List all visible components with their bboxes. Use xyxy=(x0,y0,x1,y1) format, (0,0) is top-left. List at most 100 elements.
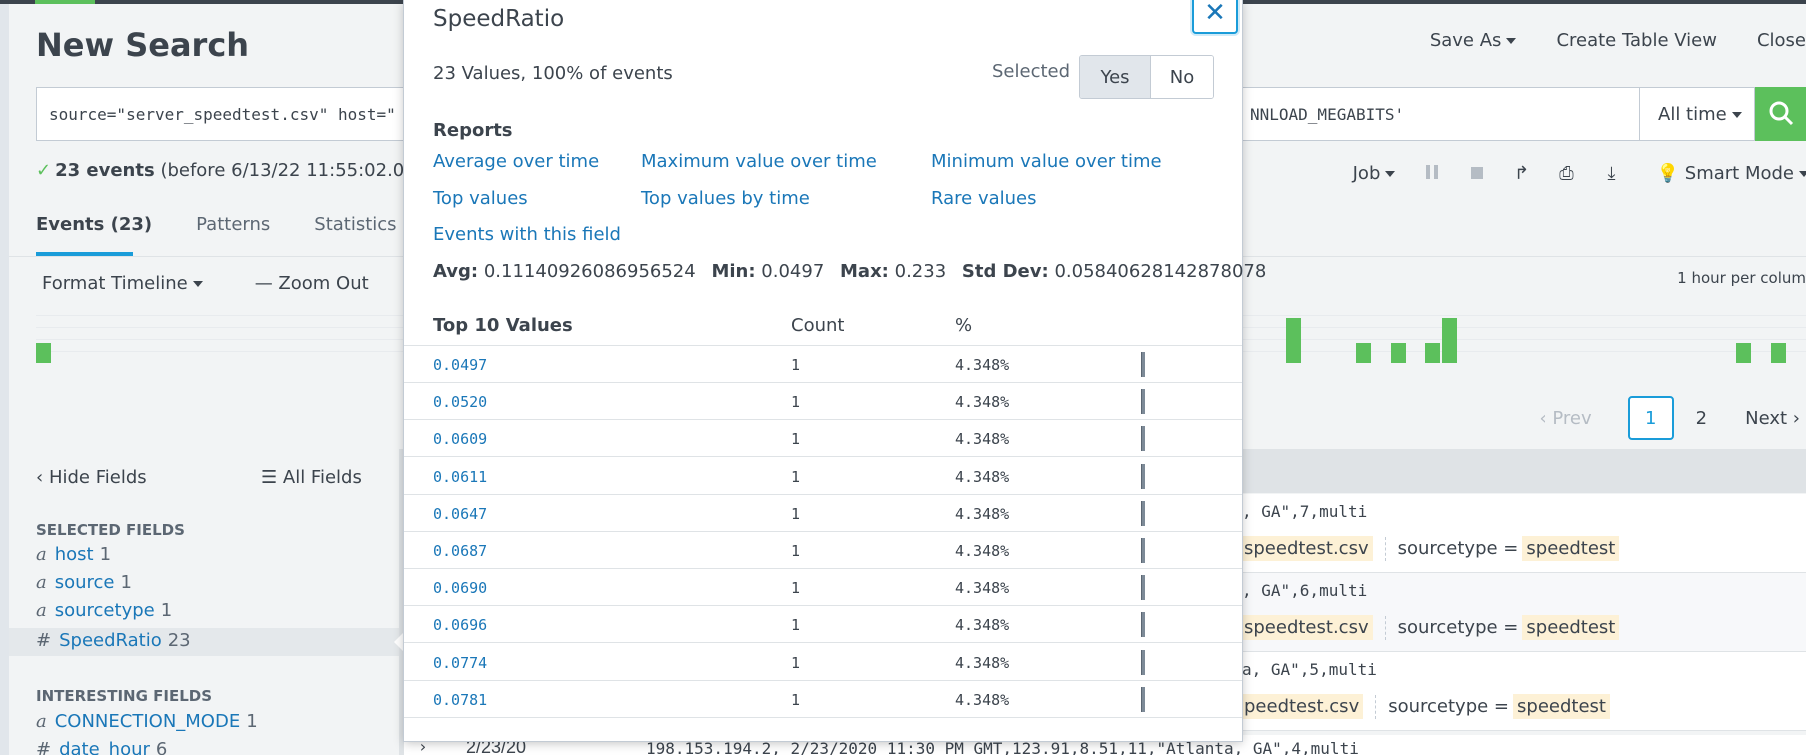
all-fields-button[interactable]: ☰ All Fields xyxy=(261,467,362,488)
search-button[interactable] xyxy=(1755,87,1806,141)
chevron-down-icon xyxy=(1506,38,1517,44)
top-value-row[interactable]: 0.0774 1 4.348% xyxy=(404,644,1242,681)
close-icon: ✕ xyxy=(1204,0,1226,28)
top-value[interactable]: 0.0497 xyxy=(433,356,487,374)
time-range-picker[interactable]: All time xyxy=(1639,87,1755,141)
top-value-count: 1 xyxy=(791,616,801,635)
save-as-menu[interactable]: Save As xyxy=(1430,30,1517,58)
sourcetype-value[interactable]: speedtest xyxy=(1513,694,1610,719)
tab-statistics[interactable]: Statistics xyxy=(314,214,396,254)
close-search-button[interactable]: Close xyxy=(1757,30,1806,58)
tab-patterns[interactable]: Patterns xyxy=(196,214,270,254)
top-value-row[interactable]: 0.0609 1 4.348% xyxy=(404,420,1242,458)
share-button[interactable]: ↱ xyxy=(1499,163,1544,184)
top-value-row[interactable]: 0.0690 1 4.348% xyxy=(404,569,1242,607)
top-value[interactable]: 0.0774 xyxy=(433,654,487,672)
top-value-percent: 4.348% xyxy=(955,393,1010,412)
event-row[interactable]: , GA",6,multi speedtest.csv sourcetype =… xyxy=(1240,573,1806,652)
selected-no-button[interactable]: No xyxy=(1151,56,1213,98)
field-count: 1 xyxy=(160,600,173,621)
field-source[interactable]: a source 1 xyxy=(36,572,399,600)
timeline-bar[interactable] xyxy=(1771,343,1786,363)
app-accent-bar xyxy=(35,0,95,4)
top-value-row[interactable]: 0.0781 1 4.348% xyxy=(404,681,1242,718)
top-value-row[interactable]: 0.0497 1 4.348% xyxy=(404,346,1242,383)
print-button[interactable]: ⎙ xyxy=(1544,163,1589,184)
report-maximum-over-time[interactable]: Maximum value over time xyxy=(641,151,877,172)
timeline-bar[interactable] xyxy=(1442,318,1457,363)
stop-button[interactable] xyxy=(1454,163,1499,184)
prev-page-button[interactable]: ‹ Prev xyxy=(1539,408,1591,429)
top-value-bar xyxy=(1141,463,1145,489)
sourcetype-value[interactable]: speedtest xyxy=(1522,615,1620,640)
source-value[interactable]: peedtest.csv xyxy=(1240,694,1364,719)
field-date-hour[interactable]: # date_hour 6 xyxy=(36,739,399,755)
report-minimum-over-time[interactable]: Minimum value over time xyxy=(931,151,1162,172)
format-timeline-menu[interactable]: Format Timeline xyxy=(42,273,203,294)
report-average-over-time[interactable]: Average over time xyxy=(433,151,599,172)
sourcetype-value[interactable]: speedtest xyxy=(1522,536,1620,561)
source-value[interactable]: speedtest.csv xyxy=(1240,615,1373,640)
top-value-row[interactable]: 0.0696 1 4.348% xyxy=(404,606,1242,644)
top-value-row[interactable]: 0.0687 1 4.348% xyxy=(404,532,1242,569)
job-menu[interactable]: Job xyxy=(1339,163,1409,184)
top-value[interactable]: 0.0687 xyxy=(433,542,487,560)
event-row[interactable]: a, GA",5,multi peedtest.csv sourcetype =… xyxy=(1240,652,1806,731)
field-count: 1 xyxy=(120,572,132,593)
field-sourcetype[interactable]: a sourcetype 1 xyxy=(36,600,399,628)
list-icon: ☰ xyxy=(261,467,278,488)
page-1-button[interactable]: 1 xyxy=(1627,396,1674,440)
report-top-values[interactable]: Top values xyxy=(433,188,528,209)
field-speedratio[interactable]: # SpeedRatio 23 xyxy=(9,628,399,656)
lightbulb-icon: 💡 xyxy=(1656,162,1680,184)
selected-yes-button[interactable]: Yes xyxy=(1080,56,1151,98)
top-value[interactable]: 0.0609 xyxy=(433,430,487,448)
chevron-down-icon xyxy=(1385,170,1396,177)
report-events-with-field[interactable]: Events with this field xyxy=(433,224,621,245)
top-value[interactable]: 0.0647 xyxy=(433,505,487,523)
next-page-button[interactable]: Next › xyxy=(1745,408,1800,429)
field-connection-mode[interactable]: a CONNECTION_MODE 1 xyxy=(36,711,399,739)
report-top-values-by-time[interactable]: Top values by time xyxy=(641,188,810,209)
zoom-out-button[interactable]: — Zoom Out xyxy=(255,273,369,294)
top-value[interactable]: 0.0781 xyxy=(433,691,487,709)
top-value[interactable]: 0.0696 xyxy=(433,616,487,634)
page-2-button[interactable]: 2 xyxy=(1696,408,1707,429)
hide-fields-button[interactable]: ‹ Hide Fields xyxy=(36,467,147,488)
top-value[interactable]: 0.0611 xyxy=(433,468,487,486)
search-status: ✓ 23 events (before 6/13/22 11:55:02.000 … xyxy=(36,160,444,181)
pause-button[interactable] xyxy=(1409,163,1454,184)
report-rare-values[interactable]: Rare values xyxy=(931,188,1037,209)
top-value[interactable]: 0.0690 xyxy=(433,579,487,597)
field-host[interactable]: a host 1 xyxy=(36,544,399,572)
std-dev-label: Std Dev: xyxy=(961,261,1049,282)
close-popup-button[interactable]: ✕ xyxy=(1192,0,1238,34)
export-button[interactable]: ⤓ xyxy=(1589,163,1634,184)
event-row[interactable]: , GA",7,multi speedtest.csv sourcetype =… xyxy=(1240,494,1806,573)
hide-fields-label: Hide Fields xyxy=(48,467,147,488)
sourcetype-key: sourcetype = xyxy=(1397,538,1519,559)
chevron-down-icon xyxy=(192,281,203,287)
tag-divider xyxy=(1384,536,1386,561)
tag-divider xyxy=(1375,694,1377,719)
timeline-bar[interactable] xyxy=(1391,343,1406,363)
top-value-row[interactable]: 0.0611 1 4.348% xyxy=(404,458,1242,495)
pagination: ‹ Prev 1 2 Next › xyxy=(1539,396,1806,440)
search-mode-label: Smart Mode xyxy=(1684,162,1794,184)
top-value-row[interactable]: 0.0520 1 4.348% xyxy=(404,383,1242,421)
top-value[interactable]: 0.0520 xyxy=(433,393,487,411)
timeline-bar[interactable] xyxy=(1286,318,1301,363)
search-mode-menu[interactable]: 💡 Smart Mode xyxy=(1634,163,1806,184)
field-count: 1 xyxy=(99,544,112,565)
source-value[interactable]: speedtest.csv xyxy=(1240,536,1373,561)
timeline-bar[interactable] xyxy=(36,343,51,363)
timeline-bar[interactable] xyxy=(1356,343,1371,363)
field-name: date_hour xyxy=(59,739,150,755)
tab-events[interactable]: Events (23) xyxy=(36,214,152,256)
top-value-row[interactable]: 0.0647 1 4.348% xyxy=(404,495,1242,532)
create-table-view-button[interactable]: Create Table View xyxy=(1556,30,1717,58)
timeline-bar[interactable] xyxy=(1425,343,1440,363)
timeline-bar[interactable] xyxy=(1736,343,1751,363)
download-icon: ⤓ xyxy=(1607,162,1616,184)
selected-toggle: Yes No xyxy=(1079,55,1214,99)
